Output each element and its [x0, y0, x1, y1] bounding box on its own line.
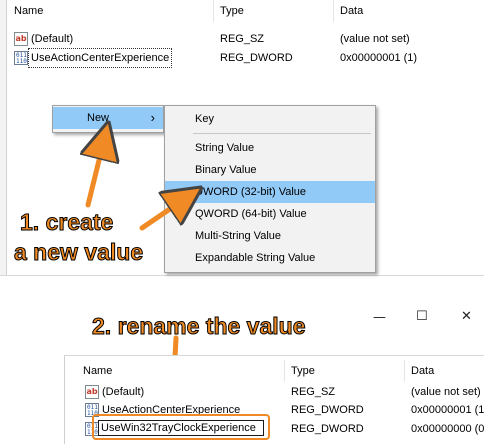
new-submenu: Key String Value Binary Value DWORD (32-… [164, 105, 376, 273]
step1-annotation-line2: a new value [13, 239, 144, 266]
maximize-icon[interactable]: ☐ [416, 309, 428, 324]
value-name: (Default) [31, 33, 74, 45]
registry-row[interactable]: 011 110 UseActionCenterExperience REG_DWO… [0, 48, 484, 68]
context-menu: New › [52, 105, 164, 133]
value-name: UseActionCenterExperience [27, 48, 173, 68]
column-header-type[interactable]: Type [214, 0, 334, 22]
value-name: (Default) [102, 386, 145, 398]
registry-row[interactable]: ab (Default) REG_SZ (value not set) [0, 30, 484, 48]
menu-item-string-value[interactable]: String Value [165, 137, 375, 159]
value-data: 0x00000001 (1) [411, 404, 484, 416]
menu-item-multi-string-value[interactable]: Multi-String Value [165, 225, 375, 247]
value-type: REG_SZ [220, 33, 265, 45]
binary-value-icon: 011 110 [14, 51, 28, 65]
menu-item-new-label: New [87, 112, 110, 124]
value-data: (value not set) [340, 33, 410, 45]
string-value-icon: ab [14, 32, 28, 46]
string-value-icon: ab [85, 385, 99, 399]
column-header-data[interactable]: Data [334, 0, 484, 22]
column-header-name[interactable]: Name [8, 0, 214, 22]
menu-item-dword-value[interactable]: DWORD (32-bit) Value [165, 181, 375, 203]
column-header-type[interactable]: Type [285, 360, 405, 382]
value-type: REG_DWORD [220, 52, 293, 64]
menu-item-expandable-string-value[interactable]: Expandable String Value [165, 247, 375, 269]
step1-annotation-line1: 1. create [19, 209, 114, 236]
column-header-data[interactable]: Data [405, 360, 484, 382]
close-icon[interactable]: ✕ [461, 309, 472, 324]
menu-item-key[interactable]: Key [165, 108, 375, 130]
value-data: 0x00000000 (0) [411, 423, 484, 435]
value-data: 0x00000001 (1) [340, 52, 418, 64]
registry-row[interactable]: ab (Default) REG_SZ (value not set) [65, 383, 484, 401]
value-type: REG_SZ [291, 386, 336, 398]
menu-item-binary-value[interactable]: Binary Value [165, 159, 375, 181]
menu-separator [193, 133, 371, 134]
step2-annotation: 2. rename the value [92, 313, 306, 340]
rename-input[interactable]: UseWin32TrayClockExperience [98, 420, 264, 436]
submenu-arrow-icon: › [150, 110, 155, 125]
menu-item-qword-value[interactable]: QWORD (64-bit) Value [165, 203, 375, 225]
value-data: (value not set) [411, 386, 481, 398]
menu-item-new[interactable]: New › [53, 107, 163, 129]
value-type: REG_DWORD [291, 404, 364, 416]
column-header-name[interactable]: Name [77, 360, 285, 382]
value-type: REG_DWORD [291, 423, 364, 435]
minimize-icon[interactable]: — [373, 310, 386, 325]
